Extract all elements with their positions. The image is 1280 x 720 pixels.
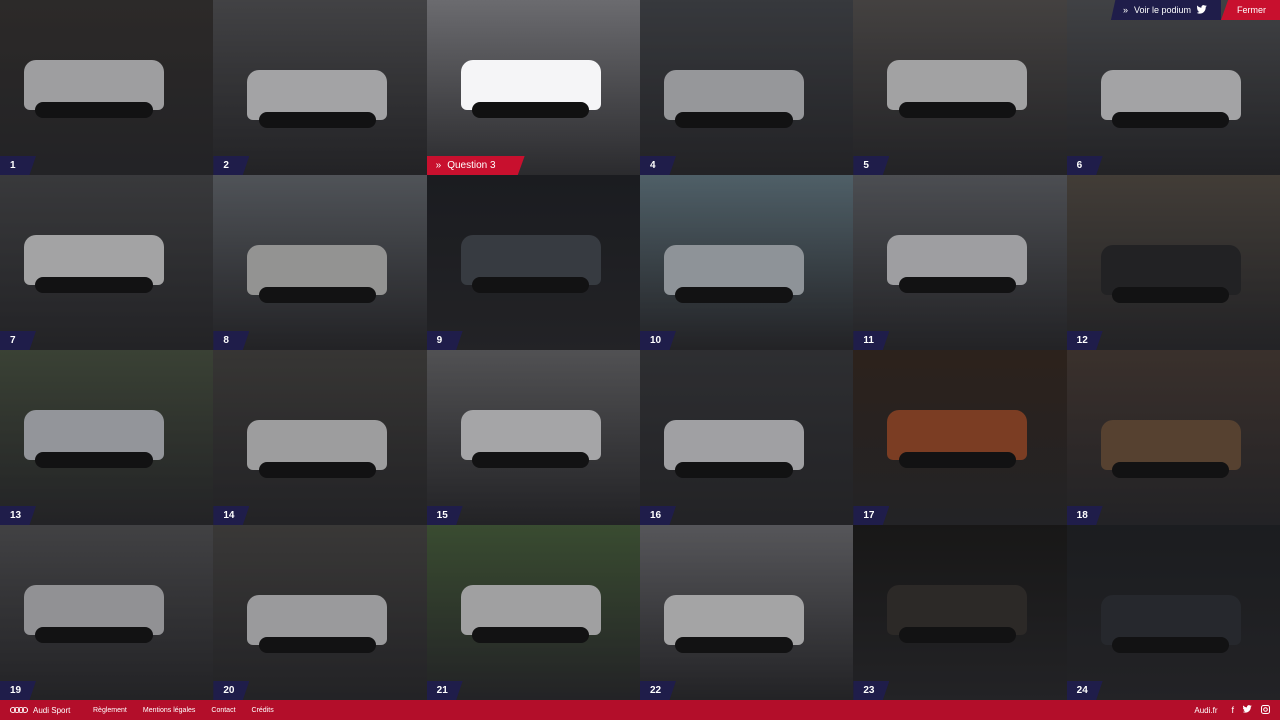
top-actions: » Voir le podium Fermer	[1110, 0, 1280, 20]
tile-overlay	[639, 175, 854, 350]
tile-overlay	[639, 525, 854, 700]
twitter-icon	[1196, 4, 1207, 16]
gallery-grid: 1 2» Question 3 4 5 6 7 8 9 10 11 12 13 14 15 16 17 18 19 2…	[0, 0, 1280, 700]
tile-overlay	[853, 525, 1067, 700]
gallery-tile[interactable]: 6	[1066, 0, 1280, 175]
podium-label: Voir le podium	[1133, 5, 1191, 15]
tile-overlay	[0, 525, 214, 700]
gallery-tile[interactable]: 23	[853, 525, 1067, 700]
chevrons-icon: »	[1122, 5, 1128, 15]
gallery-tile[interactable]: 14	[213, 350, 427, 525]
tile-overlay	[426, 175, 640, 350]
instagram-icon[interactable]	[1261, 704, 1270, 716]
gallery-tile[interactable]: 1	[0, 0, 214, 175]
tile-overlay	[426, 350, 640, 525]
tile-overlay	[427, 0, 640, 175]
gallery-tile[interactable]: 12	[1066, 175, 1280, 350]
gallery-tile[interactable]: 16	[639, 350, 854, 525]
audi-fr-link[interactable]: Audi.fr	[1194, 706, 1217, 715]
gallery-tile[interactable]: 7	[0, 175, 214, 350]
tile-overlay	[1066, 350, 1280, 525]
footer-link-reglement[interactable]: Règlement	[93, 707, 127, 714]
twitter-footer-icon[interactable]	[1242, 704, 1252, 716]
tile-overlay	[0, 0, 214, 175]
gallery-tile[interactable]: 20	[213, 525, 427, 700]
gallery-tile[interactable]: 4	[639, 0, 854, 175]
social-icons: f	[1231, 704, 1270, 716]
gallery-tile[interactable]: 15	[426, 350, 640, 525]
gallery-tile[interactable]: 17	[853, 350, 1067, 525]
footer-link-mentions[interactable]: Mentions légales	[143, 707, 196, 714]
tile-overlay	[213, 350, 427, 525]
gallery-tile[interactable]: 18	[1066, 350, 1280, 525]
gallery-tile[interactable]: 5	[853, 0, 1067, 175]
footer-link-credits[interactable]: Crédits	[252, 707, 274, 714]
question-label: Question 3	[447, 160, 496, 171]
tile-overlay	[213, 525, 427, 700]
footer: Audi Sport Règlement Mentions légales Co…	[0, 700, 1280, 720]
tile-overlay	[213, 175, 427, 350]
tile-overlay	[0, 175, 214, 350]
tile-overlay	[853, 175, 1067, 350]
brand-name: Audi Sport	[33, 705, 71, 715]
see-podium-button[interactable]: » Voir le podium	[1110, 0, 1221, 20]
gallery-tile[interactable]: 19	[0, 525, 214, 700]
gallery-tile[interactable]: 24	[1066, 525, 1280, 700]
gallery-tile[interactable]: 22	[639, 525, 854, 700]
tile-overlay	[426, 525, 640, 700]
tile-overlay	[639, 350, 854, 525]
tile-overlay	[853, 0, 1067, 175]
tile-overlay	[1066, 525, 1280, 700]
audi-sport-logo[interactable]: Audi Sport	[0, 706, 93, 715]
audi-rings-icon	[10, 706, 28, 714]
chevrons-icon: »	[435, 160, 442, 171]
gallery-tile[interactable]: 8	[213, 175, 427, 350]
close-button[interactable]: Fermer	[1221, 0, 1280, 20]
gallery-tile[interactable]: 2	[213, 0, 427, 175]
tile-overlay	[1066, 0, 1280, 175]
question-badge: » Question 3	[426, 156, 525, 175]
footer-link-contact[interactable]: Contact	[211, 707, 235, 714]
gallery-tile[interactable]: 13	[0, 350, 214, 525]
tile-overlay	[0, 350, 214, 525]
tile-overlay	[853, 350, 1067, 525]
gallery-tile[interactable]: 21	[426, 525, 640, 700]
gallery-tile[interactable]: » Question 3	[426, 0, 640, 175]
gallery-tile[interactable]: 11	[853, 175, 1067, 350]
facebook-icon[interactable]: f	[1231, 705, 1234, 716]
gallery-tile[interactable]: 10	[639, 175, 854, 350]
gallery-tile[interactable]: 9	[426, 175, 640, 350]
footer-right: Audi.fr f	[1194, 704, 1280, 716]
tile-overlay	[639, 0, 854, 175]
tile-overlay	[213, 0, 427, 175]
tile-overlay	[1066, 175, 1280, 350]
